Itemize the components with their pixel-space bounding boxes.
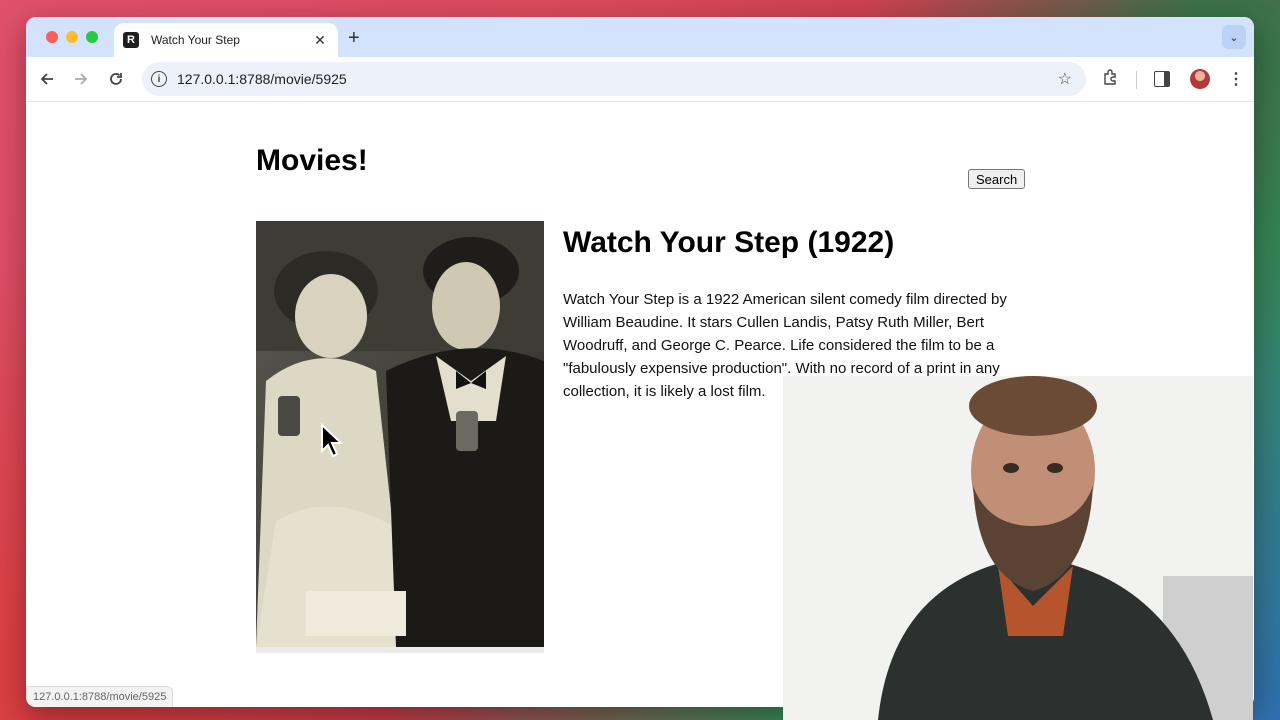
arrow-right-icon: [75, 73, 88, 85]
kebab-icon[interactable]: ⋮: [1228, 69, 1244, 89]
status-bar-url: 127.0.0.1:8788/movie/5925: [26, 686, 174, 707]
forward-button[interactable]: [69, 67, 93, 91]
tab-strip: R Watch Your Step ✕ + ⌄: [26, 17, 1254, 57]
movie-title: Watch Your Step (1922): [563, 226, 895, 259]
close-window-button[interactable]: [46, 31, 58, 43]
tab-watch-your-step[interactable]: R Watch Your Step ✕: [114, 23, 338, 57]
reload-icon: [110, 73, 122, 85]
avatar-icon[interactable]: [1190, 69, 1210, 89]
poster-caption-bar: [256, 647, 544, 653]
page-title: Movies!: [256, 144, 368, 177]
webcam-overlay: [783, 376, 1253, 720]
toolbar-divider: [1136, 71, 1137, 89]
tab-title: Watch Your Step: [151, 33, 240, 47]
info-icon[interactable]: i: [151, 71, 167, 87]
mouse-pointer-icon: [321, 423, 344, 458]
close-tab-icon[interactable]: ✕: [312, 32, 328, 49]
site-favicon-icon: R: [123, 32, 139, 48]
back-button[interactable]: [35, 67, 59, 91]
side-panel-icon[interactable]: [1154, 71, 1170, 87]
reload-button[interactable]: [104, 67, 128, 91]
minimize-window-button[interactable]: [66, 31, 78, 43]
tab-search-chevron-down-icon[interactable]: ⌄: [1222, 25, 1246, 49]
address-bar[interactable]: i 127.0.0.1:8788/movie/5925 ☆: [142, 62, 1086, 96]
window-controls: [46, 31, 98, 43]
star-icon[interactable]: ☆: [1058, 69, 1072, 89]
url-text[interactable]: 127.0.0.1:8788/movie/5925: [177, 71, 1058, 87]
new-tab-button[interactable]: +: [348, 27, 360, 50]
arrow-left-icon: [40, 73, 53, 85]
browser-toolbar: i 127.0.0.1:8788/movie/5925 ☆ ⋮: [26, 57, 1254, 102]
puzzle-icon[interactable]: [1102, 69, 1118, 89]
maximize-window-button[interactable]: [86, 31, 98, 43]
movie-poster-image: [256, 221, 544, 647]
search-button[interactable]: Search: [968, 169, 1026, 189]
